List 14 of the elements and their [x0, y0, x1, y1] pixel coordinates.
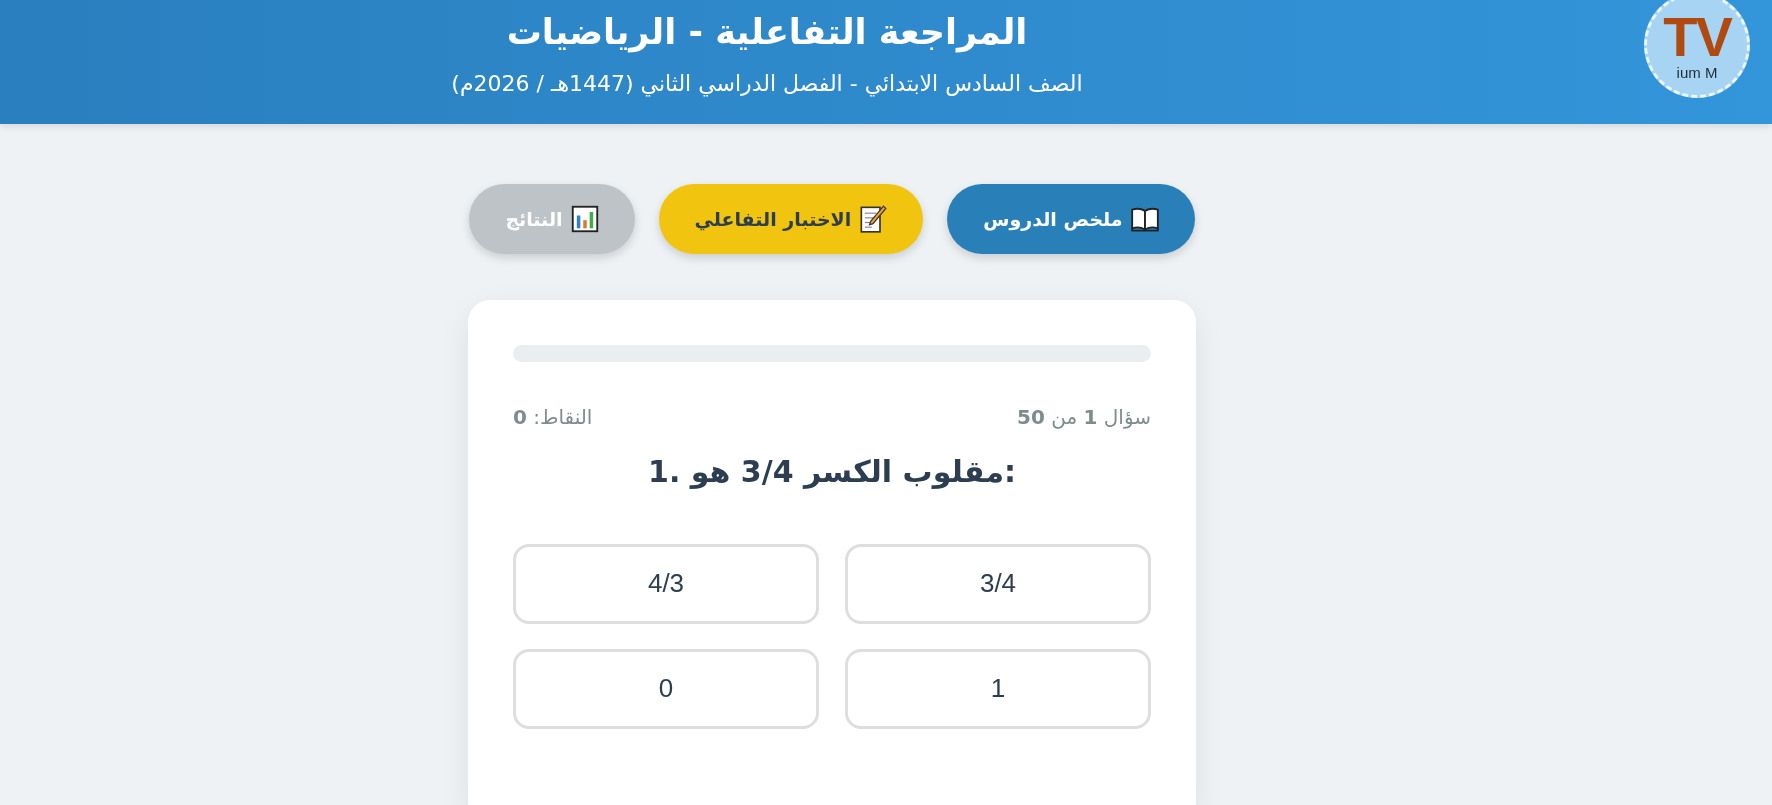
notepad-pencil-icon: [859, 205, 888, 233]
open-book-icon: [1130, 206, 1159, 232]
nav-tab[interactable]: ملخص الدروس: [947, 184, 1195, 254]
answer-option[interactable]: 1: [845, 648, 1151, 729]
logo-mark: TV: [1663, 8, 1731, 65]
page-subtitle: الصف السادس الابتدائي - الفصل الدراسي الثاني (1447هـ / 2026م): [451, 69, 1083, 99]
page-title: المراجعة التفاعلية - الرياضيات: [506, 11, 1028, 55]
bar-chart-icon: [570, 205, 599, 233]
answer-option[interactable]: 0: [513, 648, 819, 729]
answer-option[interactable]: 3/4: [845, 543, 1151, 624]
logo-caption: ium M: [1676, 64, 1718, 82]
nav-tab[interactable]: الاختبار التفاعلي: [658, 184, 924, 254]
question-text: 1. مقلوب الكسر 3/4 هو:: [647, 453, 1017, 491]
answer-option[interactable]: 4/3: [513, 543, 819, 624]
